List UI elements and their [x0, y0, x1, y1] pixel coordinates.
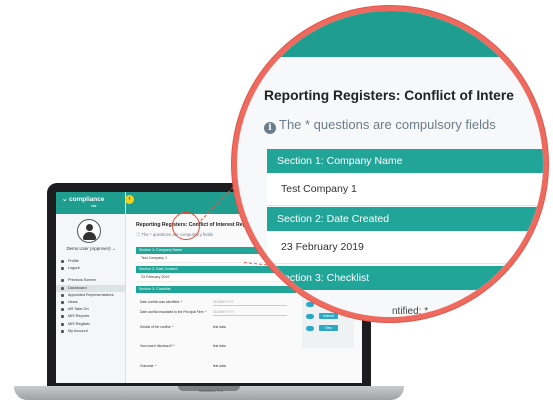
sidebar-item-dashboard[interactable]: Dashboard — [56, 284, 125, 292]
sidebar-item-profile[interactable]: Profile — [56, 258, 125, 265]
info-icon: i — [264, 122, 276, 134]
zoom-section-header: Section 1: Company Name — [267, 149, 543, 173]
marketing-graphic: MacBook Pro ⌄ compliance star Demo User … — [0, 0, 553, 415]
user-icon — [61, 260, 64, 263]
laptop-label: MacBook Pro — [198, 388, 223, 393]
account-icon — [61, 329, 64, 333]
sidebar-item-label: Previous Screen — [68, 278, 96, 283]
attachment-row: View — [306, 324, 352, 334]
sidebar-nav: Profile Logout Previous Screen Dashboard… — [56, 258, 125, 335]
logout-icon — [61, 267, 64, 271]
sidebar-item-news[interactable]: News — [56, 299, 125, 306]
register-icon — [61, 322, 64, 326]
app-logo-sub: star — [91, 204, 97, 208]
sidebar: ⌄ compliance star Demo User (Approver) ⌄… — [56, 192, 126, 383]
sidebar-item-label: News — [68, 299, 78, 304]
sidebar-item-label: MIS Register — [68, 321, 90, 326]
details-input[interactable]: test data — [213, 325, 287, 329]
zoom-section-header: Section 2: Date Created — [267, 207, 543, 231]
disclosure-input[interactable]: test data — [213, 344, 287, 348]
checklist-question: How was it disclosed? * — [140, 344, 175, 348]
view-button[interactable]: View — [319, 325, 338, 331]
takeon-icon — [61, 308, 64, 312]
news-icon — [61, 300, 64, 304]
sidebar-item-mis-reports[interactable]: MIS Reports — [56, 313, 125, 320]
zoom-page-title: Reporting Registers: Conflict of Intere — [264, 88, 514, 103]
sidebar-item-label: My Account — [68, 328, 88, 333]
sidebar-item-label: AR Take-On — [68, 307, 89, 312]
checklist-question: Outcome: * — [140, 364, 157, 368]
sidebar-item-appointed-representatives[interactable]: Appointed Representatives — [56, 292, 125, 299]
checklist-question: Details of the conflict: * — [140, 325, 174, 329]
sidebar-item-logout[interactable]: Logout — [56, 265, 125, 272]
cloud-upload-icon — [306, 326, 314, 331]
sidebar-item-label: Appointed Representatives — [68, 292, 114, 297]
checklist-question: Date conflict was identified: * — [140, 300, 183, 304]
user-menu[interactable]: Demo User (Approver) ⌄ — [60, 246, 122, 252]
checklist-question: Date conflict escalated to the Principal… — [140, 310, 207, 314]
sidebar-item-ar-take-on[interactable]: AR Take-On — [56, 306, 125, 313]
sidebar-header: ⌄ compliance star — [56, 192, 125, 214]
sidebar-item-mis-register[interactable]: MIS Register — [56, 321, 125, 328]
dashboard-icon — [61, 286, 64, 290]
zoom-callout: Reporting Registers: Conflict of Intere … — [232, 6, 548, 322]
sidebar-item-label: MIS Reports — [68, 314, 90, 319]
zoom-date-created-value: 23 February 2019 — [267, 231, 543, 264]
back-icon — [61, 279, 64, 283]
sidebar-item-my-account[interactable]: My Account — [56, 328, 125, 335]
people-icon — [61, 293, 64, 297]
zoom-header-bar — [237, 11, 543, 57]
sidebar-item-label: Profile — [68, 259, 79, 263]
app-logo: ⌄ compliance — [62, 196, 105, 203]
zoom-required-note: i The * questions are compulsory fields — [264, 117, 496, 134]
zoom-checklist-peek: ntified: * — [392, 306, 429, 317]
sidebar-item-previous-screen[interactable]: Previous Screen — [56, 277, 125, 284]
sidebar-item-label: Dashboard — [68, 285, 87, 290]
outcome-input[interactable]: test data — [213, 364, 287, 368]
reports-icon — [61, 315, 64, 319]
zoom-section-header: Section 3: Checklist — [267, 266, 543, 290]
avatar[interactable] — [77, 219, 101, 243]
sidebar-item-label: Logout — [68, 266, 80, 271]
sidebar-collapse-button[interactable]: ‹ — [125, 195, 134, 204]
zoom-company-name-value: Test Company 1 — [267, 173, 543, 206]
zoom-focus-ring — [172, 212, 200, 240]
